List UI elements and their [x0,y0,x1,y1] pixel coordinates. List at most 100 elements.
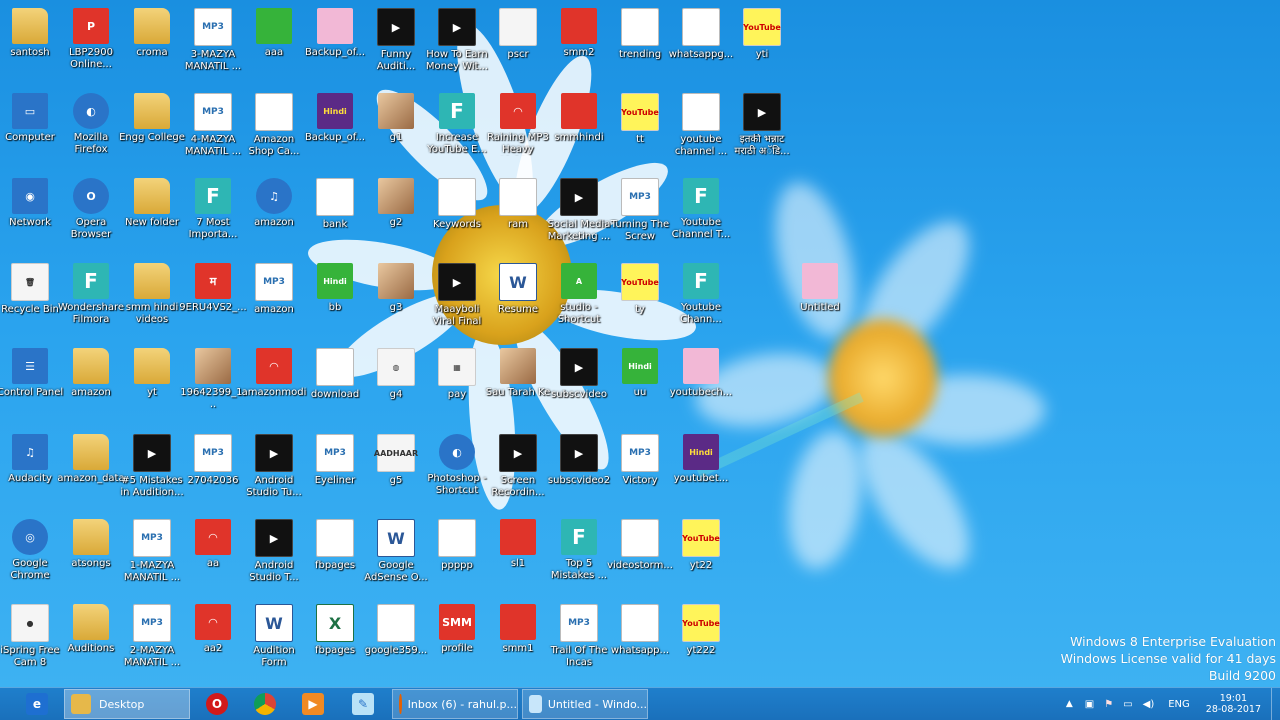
input-language[interactable]: ENG [1168,699,1190,710]
opera-taskbar-button[interactable]: O [200,689,234,719]
desktop-icon[interactable]: F Top 5 Mistakes ... [549,519,609,582]
desktop-icon[interactable]: croma [122,8,182,59]
desktop-icon[interactable]: pscr [488,8,548,61]
network-icon[interactable]: ▣ [1085,699,1094,710]
desktop-icon[interactable]: ▭ Computer [0,93,60,144]
desktop-icon[interactable]: ▶ #5 Mistakes in Audition... [120,434,184,499]
desktop-icon[interactable]: santosh [0,8,60,59]
desktop-icon[interactable]: Amazon Shop Ca... [244,93,304,158]
desktop-icon[interactable]: whatsappg... [669,8,733,61]
desktop-icon[interactable]: Untitled [790,263,850,314]
desktop-icon[interactable]: ♫ amazon [244,178,304,229]
desktop-icon[interactable]: F Youtube Chann... [671,263,731,326]
internet-explorer-taskbar-button[interactable]: e [20,689,54,719]
desktop-icon[interactable]: ▶ How To Earn Money Wit... [426,8,488,73]
desktop-icon[interactable]: MP3 27042036 [183,434,243,487]
desktop-icon[interactable]: Xfbpages [305,604,365,657]
desktop-icon[interactable]: ▶ Android Studio Tu... [244,434,304,499]
desktop-taskbar-button[interactable]: Desktop [64,689,190,719]
desktop-icon[interactable]: ▶ इतकी भन्नाट मराठी अॅडि... [732,93,792,158]
desktop-icon[interactable]: ● iSpring Free Cam 8 [0,604,60,669]
desktop-icon[interactable]: O Opera Browser [61,178,121,241]
desktop-icon[interactable]: SMM profile [427,604,487,655]
desktop-icon[interactable]: fbpages [305,519,365,572]
desktop-icon[interactable]: MP3 Turning The Screw [610,178,670,243]
desktop-icon[interactable]: Auditions [61,604,121,655]
desktop-icon[interactable]: ◐ Photoshop - Shortcut [427,434,487,497]
desktop-icon[interactable]: Backup_of... [305,8,365,59]
show-desktop-button[interactable] [1271,688,1280,720]
desktop-icon[interactable]: YouTube yt22 [671,519,731,572]
desktop-icon[interactable]: ▶ Funny Auditi... [366,8,426,73]
desktop-icon[interactable]: atsongs [61,519,121,570]
desktop-icon[interactable]: ppppp [427,519,487,572]
desktop-icon[interactable]: download [305,348,365,401]
desktop-icon[interactable]: MP3 Trail Of The Incas [549,604,609,669]
desktop-icon[interactable]: ◉ Network [0,178,60,229]
desktop-icon[interactable]: MP3 1-MAZYA MANATIL ... [122,519,182,584]
desktop-icon[interactable]: videostorm... [607,519,673,572]
desktop-icon[interactable]: amazon [61,348,121,399]
desktop-icon[interactable]: smm2 [549,8,609,59]
desktop-icon[interactable]: MP3 Eyeliner [305,434,365,487]
desktop-icon[interactable]: Engg College [119,93,185,144]
desktop-icon[interactable]: google359... [365,604,427,657]
desktop-icon[interactable]: trending [610,8,670,61]
desktop-icon[interactable]: ▶ Screen Recordin... [488,434,548,499]
desktop-icon[interactable]: MP3 Victory [610,434,670,487]
desktop-icon[interactable]: youtube channel ... [671,93,731,158]
desktop-icon[interactable]: W Resume [488,263,548,316]
display-icon[interactable]: ▭ [1123,699,1132,710]
media-player-taskbar-button[interactable]: ▶ [296,689,330,719]
desktop-icon[interactable]: F Wondershare Filmora [58,263,124,326]
desktop-icon[interactable]: म 9ERU4VS2_... [179,263,247,314]
desktop-icon[interactable]: P LBP2900 Online... [61,8,121,71]
desktop-icon[interactable]: sl1 [488,519,548,570]
desktop-icon[interactable]: Keywords [427,178,487,231]
desktop-icon[interactable]: Astudio - Shortcut [549,263,609,326]
desktop-icon[interactable]: smmhindi [549,93,609,144]
desktop-icon[interactable]: F Youtube Channel T... [671,178,731,241]
desktop-icon[interactable]: ◠ Raining MP3 Heavy Light... [487,93,549,156]
desktop-icon[interactable]: ◐ Mozilla Firefox [61,93,121,156]
desktop-icon[interactable]: ▶ Maayboli Viral Final [427,263,487,328]
desktop-icon[interactable]: whatsapp... [610,604,670,657]
desktop-icon[interactable]: g1 [366,93,426,144]
desktop-icon[interactable]: 19642399_1... [180,348,246,411]
desktop-icon[interactable]: 🗑 Recycle Bin [0,263,60,316]
desktop-icon[interactable]: ▶ Android Studio T... [244,519,304,584]
desktop-icon[interactable]: AADHAAR g5 [366,434,426,487]
desktop-icon[interactable]: smm1 [488,604,548,655]
desktop-icon[interactable]: Sau Tarah Ke [486,348,550,399]
desktop-icon[interactable]: yt [122,348,182,399]
desktop-icon[interactable]: MP3 2-MAZYA MANATIL ... [122,604,182,669]
desktop-icon[interactable]: ♫ Audacity [0,434,60,485]
desktop-icon[interactable]: W Google AdSense O... [364,519,428,584]
desktop-icon[interactable]: ram [488,178,548,231]
desktop-icon[interactable]: ▶ Social Media Marketing ... [548,178,610,243]
desktop-icon[interactable]: YouTube tt [610,93,670,146]
desktop-icon[interactable]: youtubech... [670,348,732,399]
chrome-taskbar-button[interactable] [248,689,282,719]
desktop-icon[interactable]: W Audition Form [244,604,304,669]
desktop-icon[interactable]: Hindi youtubet... [671,434,731,485]
desktop-icon[interactable]: F Increase YouTube E... [427,93,487,156]
desktop-icon[interactable]: YouTube yti [732,8,792,61]
desktop-icon[interactable]: Hindi bb [305,263,365,314]
desktop-icon[interactable]: ◍ g4 [366,348,426,401]
desktop-icon[interactable]: ◎ Google Chrome [0,519,60,582]
firefox-inbox-taskbar-button[interactable]: Inbox (6) - rahul.p... [392,689,518,719]
desktop-icon[interactable]: F 7 Most Importa... [183,178,243,241]
desktop-icon[interactable]: MP3 3-MAZYA MANATIL ... [183,8,243,73]
desktop-icon[interactable]: MP3 amazon [244,263,304,316]
desktop-icon[interactable]: ☰ Control Panel [0,348,63,399]
desktop-icon[interactable]: ▶ subscvideo [549,348,609,401]
show-hidden-icons-chevron-icon[interactable]: ▲ [1066,699,1073,709]
notes-taskbar-button[interactable]: ✎ [346,689,380,719]
desktop-icon[interactable]: amazon_data [57,434,125,485]
desktop-icon[interactable]: ◠ aa [183,519,243,570]
desktop-icon[interactable]: bank [305,178,365,231]
desktop-icon[interactable]: ▦ pay [427,348,487,401]
desktop-icon[interactable]: ◠ aa2 [183,604,243,655]
desktop-icon[interactable]: YouTube ty [610,263,670,316]
